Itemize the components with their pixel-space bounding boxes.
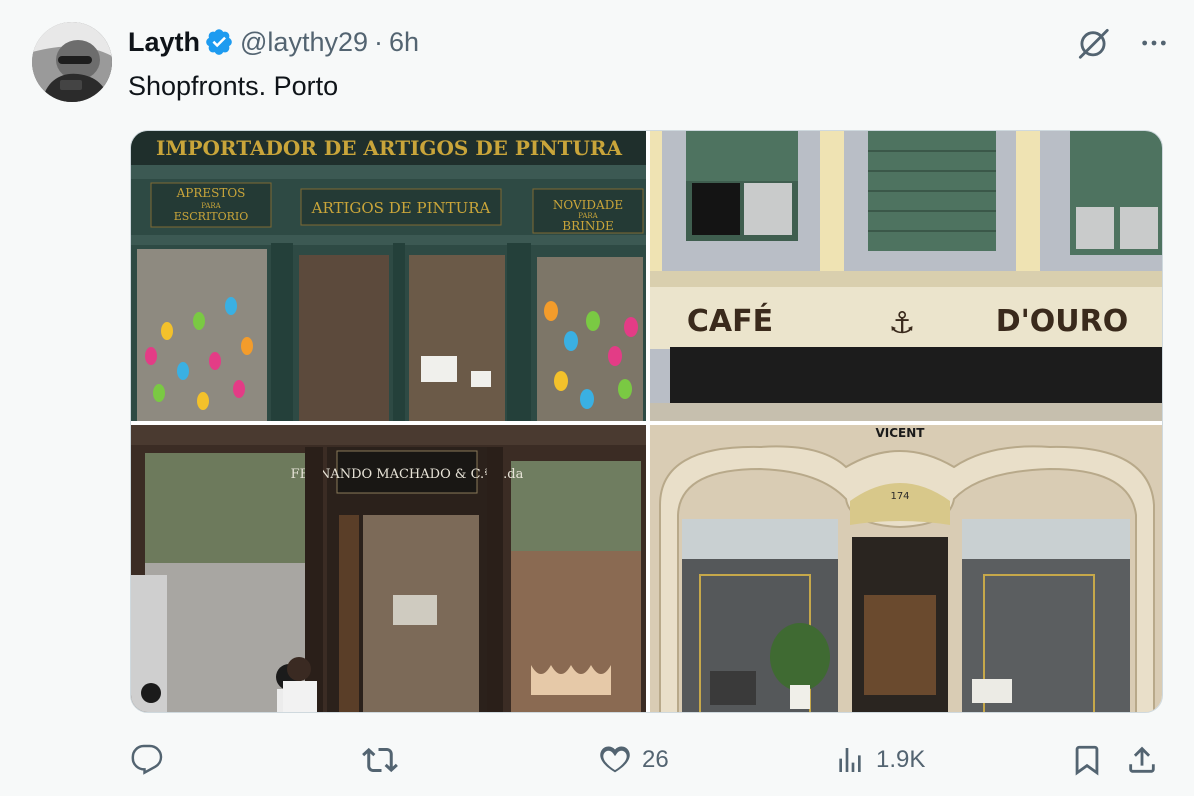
tweet-header: Layth @laythy29 · 6h — [128, 26, 419, 58]
author-name[interactable]: Layth — [128, 26, 200, 58]
avatar[interactable] — [32, 22, 112, 102]
retweet-icon — [362, 747, 398, 773]
sign-left-2: PARA — [201, 202, 221, 210]
sign-right-3: BRINDE — [562, 219, 613, 233]
anchor-glyph: ⚓ — [889, 306, 916, 341]
timestamp[interactable]: 6h — [389, 26, 419, 58]
tweet-top-actions — [1074, 24, 1170, 62]
share-button[interactable] — [1125, 738, 1159, 782]
views-icon — [839, 748, 861, 772]
sign-left-1: APRESTOS — [176, 186, 246, 200]
reply-button[interactable] — [130, 738, 174, 782]
photo-cafe-douro[interactable]: CAFÉ ⚓ D'OURO — [650, 131, 1162, 421]
sign-vicent: VICENT — [876, 426, 926, 440]
bookmark-icon — [1075, 745, 1099, 776]
views-button[interactable]: 1.9K — [834, 738, 925, 782]
like-count: 26 — [642, 746, 669, 773]
sign-left-3: ESCRITORIO — [174, 210, 249, 223]
avatar-image — [32, 22, 112, 102]
retweet-button[interactable] — [362, 738, 408, 782]
share-icon — [1129, 746, 1155, 773]
house-number: 174 — [890, 491, 909, 502]
sign-douro: D'OURO — [996, 304, 1129, 339]
sign-main: IMPORTADOR DE ARTIGOS DE PINTURA — [156, 136, 623, 160]
sign-right-1: NOVIDADE — [553, 198, 623, 212]
like-button[interactable]: 26 — [598, 738, 669, 782]
photo-art-supplies-shop[interactable]: IMPORTADOR DE ARTIGOS DE PINTURA APRESTO… — [131, 131, 646, 421]
more-icon[interactable] — [1138, 27, 1170, 59]
tweet-text: Shopfronts. Porto — [128, 71, 339, 101]
photo-fernando-machado-shop[interactable]: FERNANDO MACHADO & C.ª L.da — [131, 425, 646, 712]
sign-center: ARTIGOS DE PINTURA — [311, 199, 491, 217]
photo-art-nouveau-shopfront[interactable]: VICENT 174 — [650, 425, 1162, 712]
media-grid: IMPORTADOR DE ARTIGOS DE PINTURA APRESTO… — [130, 130, 1163, 713]
bookmark-button[interactable] — [1070, 738, 1104, 782]
reply-icon — [131, 744, 163, 775]
separator: · — [374, 27, 383, 57]
verified-badge-icon — [206, 29, 232, 55]
sign-cafe: CAFÉ — [687, 303, 773, 339]
views-count: 1.9K — [876, 746, 926, 773]
like-icon — [600, 746, 630, 773]
author-handle[interactable]: @laythy29 — [240, 26, 368, 58]
tweet-action-bar: 26 1.9K — [130, 738, 1163, 782]
grok-icon[interactable] — [1074, 24, 1112, 62]
